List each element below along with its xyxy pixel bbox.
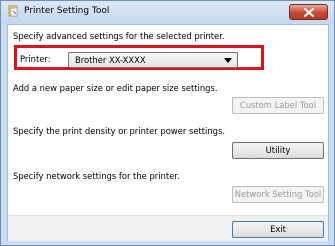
section-utility-description: Specify the print density or printer pow… bbox=[13, 126, 226, 136]
header-description: Specify advanced settings for the select… bbox=[13, 31, 225, 41]
printer-setting-icon bbox=[7, 5, 20, 18]
custom-label-tool-button[interactable]: Custom Label Tool bbox=[232, 97, 324, 114]
chevron-down-icon bbox=[224, 58, 232, 63]
section-paper-description: Add a new paper size or edit paper size … bbox=[13, 83, 218, 93]
exit-button[interactable]: Exit bbox=[232, 221, 324, 238]
network-setting-tool-button[interactable]: Network Setting Tool bbox=[232, 186, 324, 203]
close-icon bbox=[304, 8, 314, 17]
utility-button[interactable]: Utility bbox=[232, 142, 324, 159]
close-button[interactable] bbox=[289, 4, 328, 20]
section-network-description: Specify network settings for the printer… bbox=[13, 171, 180, 181]
printer-label: Printer: bbox=[20, 54, 51, 64]
printer-setting-window: Printer Setting Tool Specify advanced se… bbox=[0, 0, 335, 246]
button-bar: Exit bbox=[8, 215, 328, 241]
title-bar[interactable]: Printer Setting Tool bbox=[1, 1, 334, 23]
printer-select-value: Brother XX-XXXX bbox=[75, 55, 146, 65]
printer-select[interactable]: Brother XX-XXXX bbox=[68, 52, 238, 68]
dialog-content: Specify advanced settings for the select… bbox=[7, 24, 329, 241]
window-title: Printer Setting Tool bbox=[24, 6, 110, 16]
